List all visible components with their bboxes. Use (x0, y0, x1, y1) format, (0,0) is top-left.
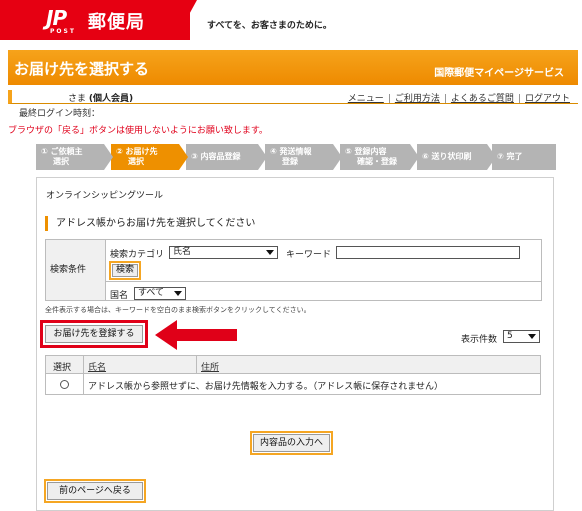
chevron-down-icon (174, 291, 182, 296)
manual-entry-text: アドレス帳から参照せずに、お届け先情報を入力する。（アドレス帳に保存されません） (88, 382, 443, 392)
tool-title: オンラインシッピングツール (46, 191, 164, 201)
column-name[interactable]: 氏名 (88, 360, 106, 373)
country-select-value: すべて (138, 288, 165, 298)
section-title: アドレス帳からお届け先を選択してください (45, 216, 255, 231)
column-select: 選択 (53, 363, 72, 373)
user-bar: さま (個人会員) メニュー | ご利用方法 | よくあるご質問 | ログアウト (8, 90, 578, 104)
manual-entry-radio[interactable] (60, 380, 69, 389)
chevron-down-icon (266, 250, 274, 255)
search-divider (106, 281, 541, 282)
step-3-line1: ③ 内容品登録 (191, 152, 241, 161)
service-name: 国際郵便マイページサービス (434, 68, 564, 79)
brand-name: 郵便局 (88, 12, 145, 33)
jp-post-logo-sub: POST (50, 28, 76, 35)
logout-link[interactable]: ログアウト (525, 94, 570, 104)
category-label: 検索カテゴリ (110, 250, 165, 260)
step-3: ③ 内容品登録 (186, 144, 267, 170)
country-label: 国名 (110, 291, 129, 301)
last-login: 最終ログイン時刻： (19, 109, 101, 119)
step-1-line2: 選択 (53, 157, 69, 166)
table-column-divider (196, 356, 197, 374)
country-select[interactable]: すべて (134, 287, 186, 300)
category-select[interactable]: 氏名 (169, 246, 278, 259)
step-4: ④ 発送情報 登録 (265, 144, 342, 170)
step-4-line2: 登録 (282, 157, 298, 166)
step-2: ② お届け先 選択 (111, 144, 188, 170)
user-name-suffix: さま (68, 94, 87, 104)
step-2-line2: 選択 (128, 157, 144, 166)
page-title: お届け先を選択する (14, 60, 150, 78)
search-note: 全件表示する場合は、キーワードを空白のまま検索ボタンをクリックしてください。 (45, 306, 311, 314)
menu-link[interactable]: メニュー (348, 94, 384, 104)
arrow-left-icon (155, 320, 237, 350)
display-count-label: 表示件数 (461, 335, 498, 345)
step-2-line1: ② お届け先 (116, 147, 158, 156)
jp-post-logo: JP (46, 6, 67, 30)
step-6: ⑥ 送り状印刷 (417, 144, 496, 170)
step-7-line1: ⑦ 完了 (497, 152, 523, 161)
header-links: メニュー | ご利用方法 | よくあるご質問 | ログアウト (347, 94, 570, 104)
faq-link[interactable]: よくあるご質問 (451, 94, 514, 104)
table-column-divider (83, 356, 84, 394)
table-header (46, 356, 540, 374)
next-items-button[interactable]: 内容品の入力へ (250, 431, 333, 455)
register-recipient-button[interactable]: お届け先を登録する (40, 320, 148, 348)
step-7: ⑦ 完了 (492, 144, 556, 170)
member-type: (個人会員) (88, 94, 134, 104)
search-conditions: 検索条件 検索カテゴリ 氏名 キーワード 検索 国名 すべて (45, 239, 542, 301)
search-conditions-label: 検索条件 (46, 240, 106, 300)
brand-banner-slant (175, 0, 197, 40)
progress-steps: ① ご依頼主 選択 ② お届け先 選択 ③ 内容品登録 ④ 発送情報 登録 ⑤ … (36, 144, 556, 170)
chevron-down-icon (528, 334, 536, 339)
category-select-value: 氏名 (173, 247, 192, 257)
header: JP POST 郵便局 すべてを、お客さまのために。 (0, 0, 582, 46)
tagline: すべてを、お客さまのために。 (207, 21, 332, 31)
step-4-line1: ④ 発送情報 (270, 147, 312, 156)
step-5: ⑤ 登録内容 確認・登録 (340, 144, 419, 170)
address-table: 選択 氏名 住所 アドレス帳から参照せずに、お届け先情報を入力する。（アドレス帳… (45, 355, 541, 395)
title-bar: お届け先を選択する 国際郵便マイページサービス (8, 50, 578, 85)
keyword-label: キーワード (286, 250, 332, 260)
step-1: ① ご依頼主 選択 (36, 144, 113, 170)
back-button[interactable]: 前のページへ戻る (44, 479, 146, 503)
user-name: さま (個人会員) (68, 91, 133, 104)
step-6-line1: ⑥ 送り状印刷 (422, 152, 472, 161)
step-1-line1: ① ご依頼主 (41, 147, 83, 156)
search-button[interactable]: 検索 (109, 261, 141, 280)
display-count-value: 5 (507, 331, 513, 341)
column-address[interactable]: 住所 (201, 360, 219, 373)
step-5-line1: ⑤ 登録内容 (345, 147, 387, 156)
keyword-input[interactable] (336, 246, 520, 259)
step-5-line2: 確認・登録 (357, 157, 397, 166)
how-to-use-link[interactable]: ご利用方法 (395, 94, 440, 104)
back-button-warning: ブラウザの「戻る」ボタンは使用しないようにお願い致します。 (8, 126, 268, 136)
display-count-select[interactable]: 5 (503, 330, 540, 343)
